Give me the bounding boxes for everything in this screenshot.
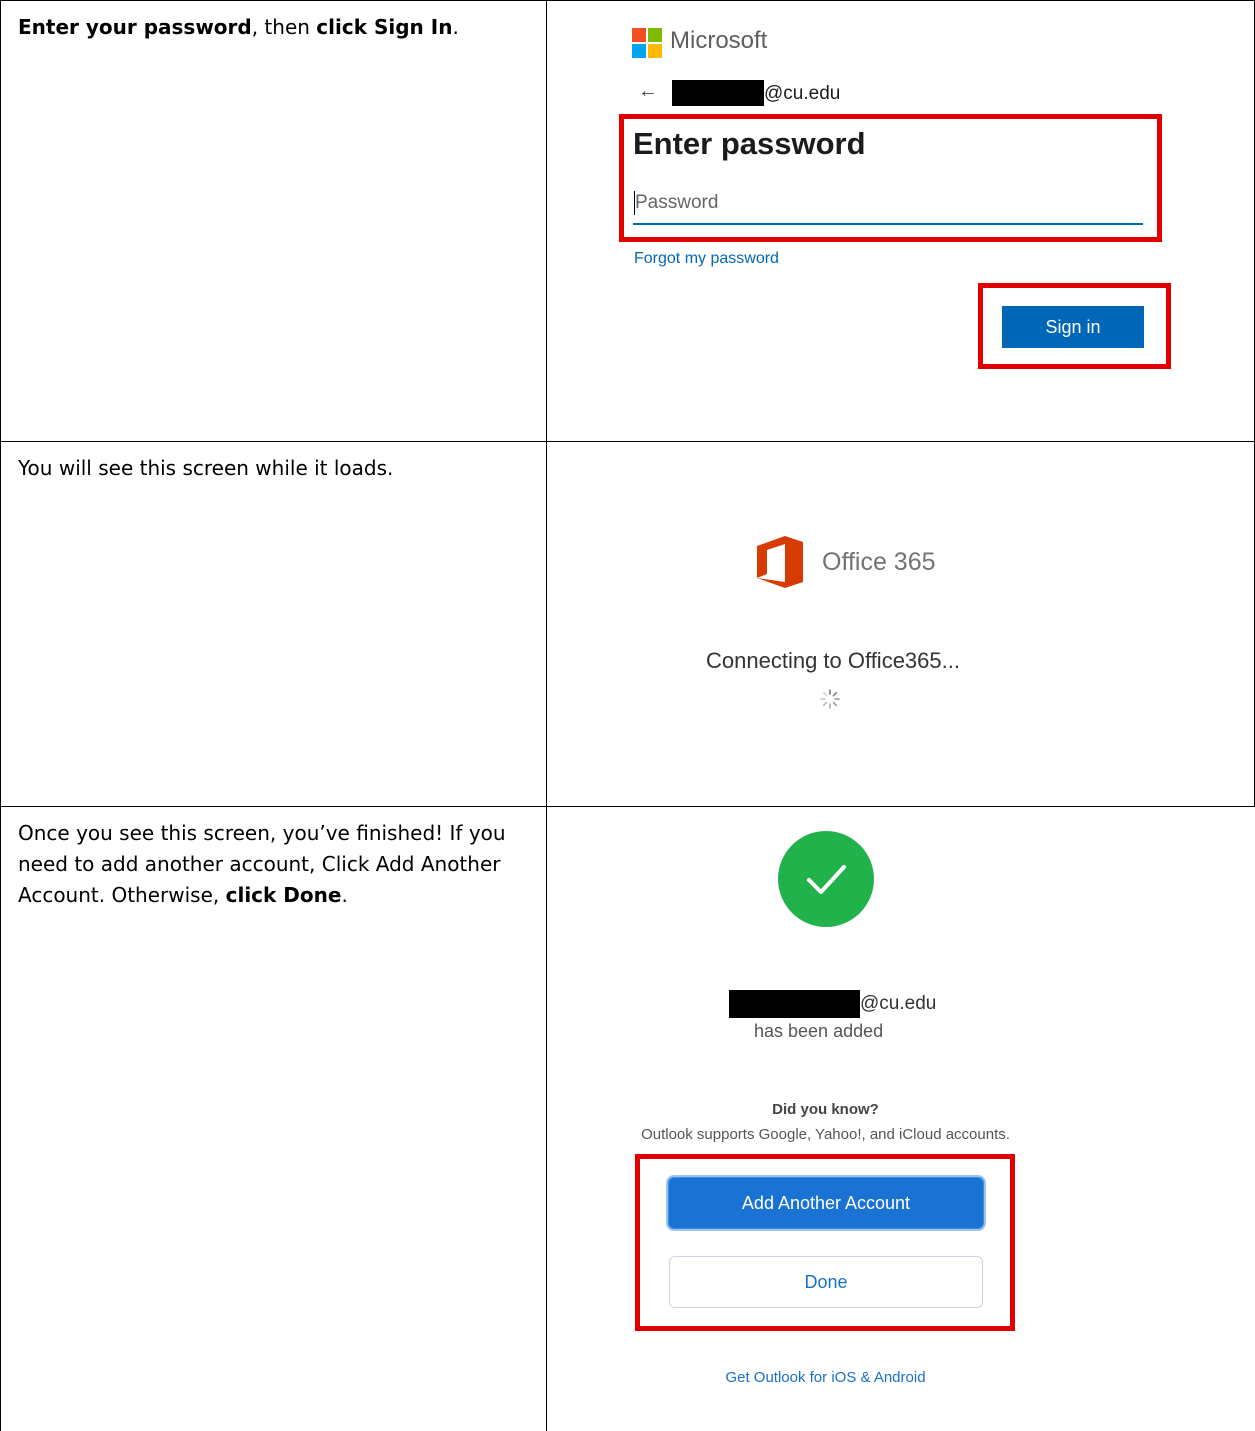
- redacted-username: [729, 990, 860, 1018]
- supported-accounts-text: Outlook supports Google, Yahoo!, and iCl…: [641, 1126, 1010, 1143]
- highlight-box-buttons: [635, 1154, 1015, 1331]
- table-row-divider: [0, 806, 1255, 807]
- highlight-box-password: [619, 114, 1162, 242]
- table-border-left: [0, 0, 1, 1431]
- loading-spinner-icon: [820, 689, 840, 709]
- instruction-bold: click Done: [225, 883, 342, 907]
- get-outlook-mobile-link[interactable]: Get Outlook for iOS & Android: [548, 1369, 1103, 1386]
- instruction-text: .: [341, 883, 348, 907]
- instruction-row-2: You will see this screen while it loads.: [18, 456, 394, 480]
- office-product-name: Office 365: [822, 548, 936, 576]
- connecting-status: Connecting to Office365...: [706, 648, 960, 673]
- back-arrow-icon[interactable]: ←: [638, 80, 658, 103]
- instruction-bold: Enter your password: [18, 15, 252, 39]
- table-row-divider: [0, 441, 1255, 442]
- success-check-icon: [778, 831, 874, 927]
- instruction-text: , then: [251, 15, 317, 39]
- office-logo-icon: [757, 536, 803, 588]
- forgot-password-link[interactable]: Forgot my password: [634, 250, 779, 268]
- added-account-email: @cu.edu: [860, 993, 937, 1014]
- table-border-top: [0, 0, 1255, 1]
- redacted-username: [672, 80, 764, 106]
- microsoft-brand-text: Microsoft: [670, 27, 768, 54]
- highlight-box-sign-in: [978, 283, 1171, 369]
- instruction-text: .: [452, 15, 459, 39]
- account-email: @cu.edu: [764, 83, 841, 104]
- did-you-know-heading: Did you know?: [772, 1101, 879, 1118]
- table-column-divider: [546, 0, 547, 1431]
- added-confirmation-text: has been added: [754, 1021, 884, 1041]
- instruction-bold: click Sign In: [316, 15, 453, 39]
- microsoft-logo-icon: [632, 28, 662, 58]
- instruction-row-3: Once you see this screen, you’ve finishe…: [18, 818, 528, 911]
- instruction-row-1: Enter your password, then click Sign In.: [18, 12, 528, 43]
